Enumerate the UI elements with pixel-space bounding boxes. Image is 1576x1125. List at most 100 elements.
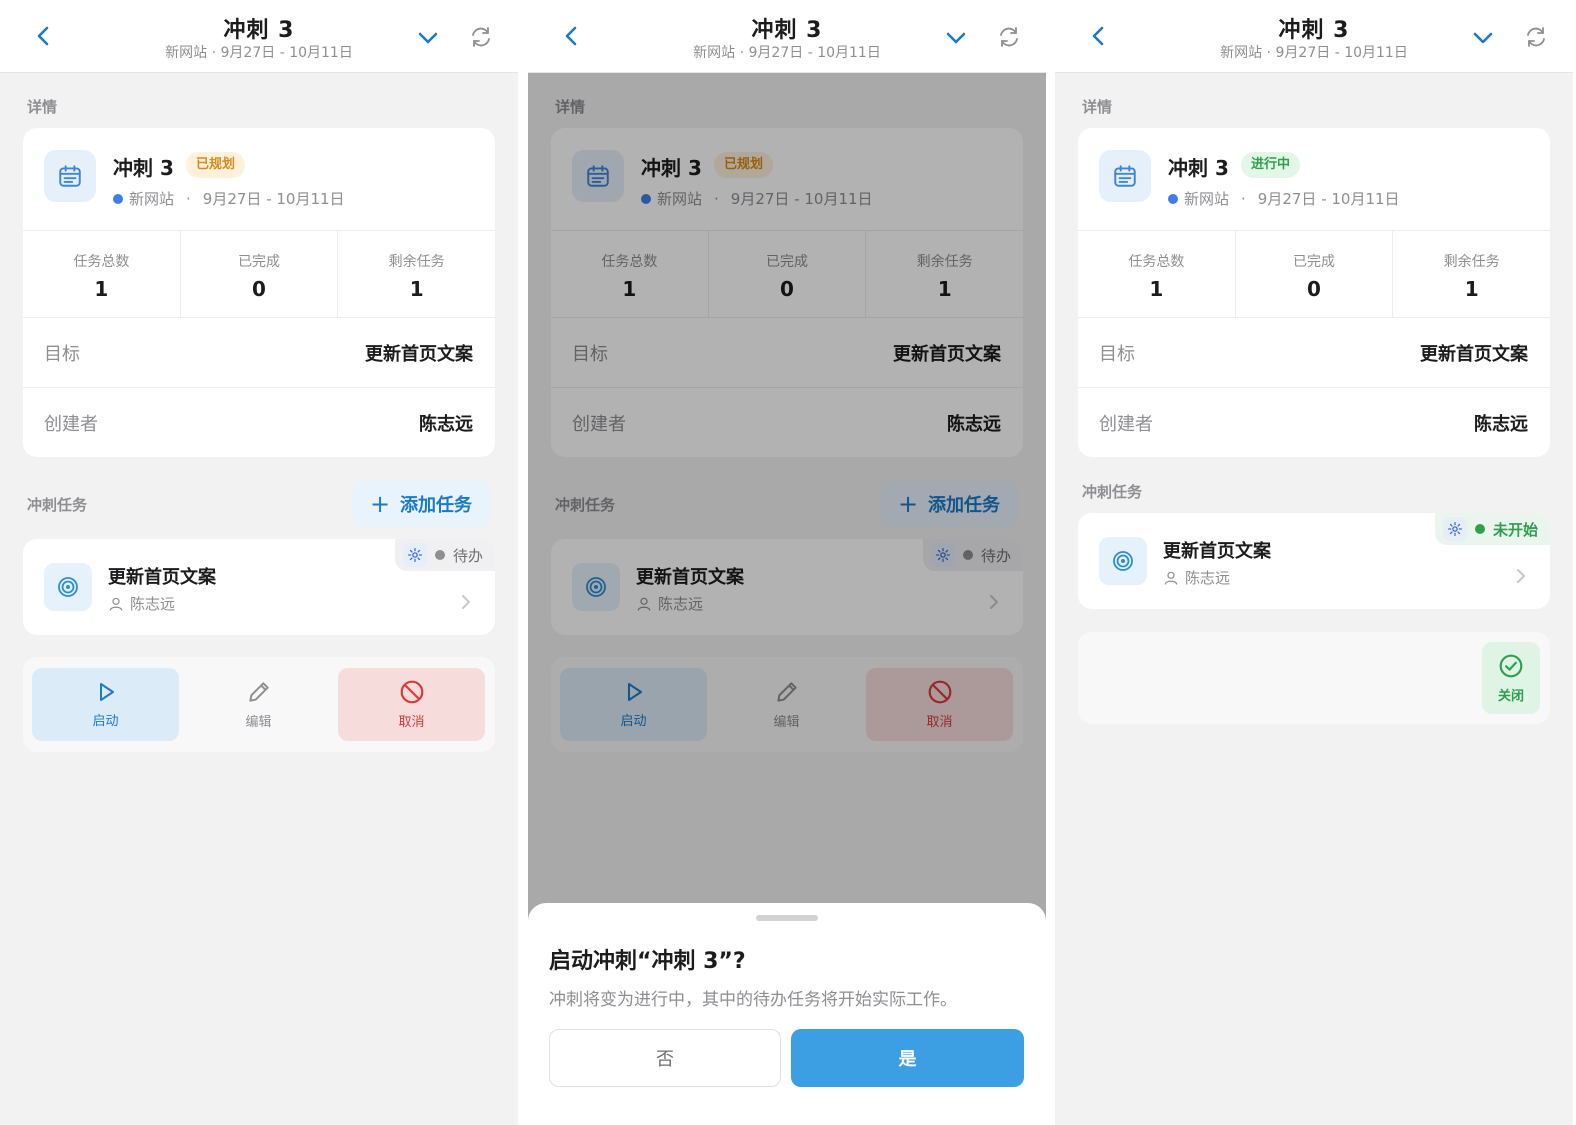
close-sprint-button[interactable]: 关闭 bbox=[1482, 642, 1540, 714]
goal-row: 目标 更新首页文案 bbox=[1078, 318, 1550, 388]
stat-value: 0 bbox=[252, 277, 266, 301]
date-range: 9月27日 - 10月11日 bbox=[1257, 190, 1400, 208]
task-card[interactable]: 更新首页文案 陈志远 待办 bbox=[23, 539, 495, 635]
stat-label: 已完成 bbox=[238, 254, 280, 270]
stat-done: 已完成 0 bbox=[1236, 231, 1394, 317]
calendar-icon bbox=[44, 150, 96, 202]
person-icon bbox=[1164, 571, 1178, 585]
task-status-label: 待办 bbox=[452, 546, 483, 565]
task-owner: 陈志远 bbox=[1163, 567, 1230, 588]
project-color-dot bbox=[113, 193, 123, 204]
creator-value: 陈志远 bbox=[419, 414, 473, 435]
chevron-right-icon bbox=[462, 595, 470, 609]
play-icon bbox=[99, 683, 114, 701]
page-title: 冲刺 3 bbox=[223, 18, 295, 43]
dialog-no-button[interactable]: 否 bbox=[549, 1029, 781, 1087]
sheet-grabber[interactable] bbox=[756, 915, 818, 921]
dialog-title: 启动冲刺“冲刺 3”? bbox=[549, 949, 746, 974]
chevron-down-icon[interactable] bbox=[1471, 26, 1495, 50]
sprint-meta: 新网站 · 9月27日 - 10月11日 bbox=[113, 188, 345, 209]
goal-value: 更新首页文案 bbox=[1420, 344, 1528, 365]
stat-remaining: 剩余任务 1 bbox=[1393, 231, 1550, 317]
stat-label: 任务总数 bbox=[73, 254, 130, 270]
task-owner-name: 陈志远 bbox=[130, 595, 176, 613]
nav-bar: 冲刺 3 新网站 · 9月27日 - 10月11日 bbox=[1055, 0, 1573, 73]
status-badge: 进行中 bbox=[1241, 152, 1301, 178]
dialog-message: 冲刺将变为进行中，其中的待办任务将开始实际工作。 bbox=[549, 990, 957, 1010]
goal-value: 更新首页文案 bbox=[365, 344, 473, 365]
stat-total: 任务总数 1 bbox=[23, 231, 181, 317]
goal-label: 目标 bbox=[1099, 344, 1135, 365]
gear-icon[interactable] bbox=[1442, 517, 1467, 541]
sprint-name: 冲刺 3 bbox=[1168, 156, 1229, 180]
task-status-label: 未开始 bbox=[1492, 520, 1538, 539]
dialog-yes-button[interactable]: 是 bbox=[791, 1029, 1024, 1087]
cancel-label: 取消 bbox=[398, 715, 425, 730]
check-circle-icon bbox=[1499, 654, 1523, 677]
stat-label: 剩余任务 bbox=[388, 254, 445, 270]
stat-value: 1 bbox=[1464, 277, 1479, 301]
edit-button[interactable]: 编辑 bbox=[185, 668, 332, 741]
stage: 冲刺 3 新网站 · 9月27日 - 10月11日 详情 冲刺 3 已规划 新网… bbox=[0, 0, 1576, 1125]
stat-label: 任务总数 bbox=[1128, 254, 1185, 270]
stat-value: 1 bbox=[409, 277, 424, 301]
screen-planned: 冲刺 3 新网站 · 9月27日 - 10月11日 详情 冲刺 3 已规划 新网… bbox=[0, 0, 518, 1125]
status-dot bbox=[1474, 524, 1485, 534]
page-subtitle: 新网站 · 9月27日 - 10月11日 bbox=[165, 45, 353, 61]
add-task-label: 添加任务 bbox=[400, 495, 473, 516]
stat-remaining: 剩余任务 1 bbox=[338, 231, 495, 317]
refresh-icon[interactable] bbox=[997, 25, 1021, 49]
refresh-icon[interactable] bbox=[1524, 25, 1548, 49]
action-bar: 启动 编辑 取消 bbox=[23, 657, 495, 752]
start-button[interactable]: 启动 bbox=[32, 668, 179, 741]
calendar-icon bbox=[1099, 150, 1151, 202]
task-status[interactable]: 未开始 bbox=[1434, 513, 1550, 545]
creator-row: 创建者 陈志远 bbox=[23, 388, 495, 458]
goal-row: 目标 更新首页文案 bbox=[23, 318, 495, 388]
target-icon bbox=[1099, 537, 1147, 585]
status-dot bbox=[434, 550, 445, 560]
chevron-down-icon[interactable] bbox=[944, 26, 968, 50]
screen-in-progress: 冲刺 3 新网站 · 9月27日 - 10月11日 详情 冲刺 3 进行中 新网… bbox=[1055, 0, 1573, 1125]
chevron-down-icon[interactable] bbox=[416, 26, 440, 50]
tasks-section-label: 冲刺任务 bbox=[1082, 483, 1143, 501]
meta-separator: · bbox=[186, 189, 191, 208]
stats-row: 任务总数 1 已完成 0 剩余任务 1 bbox=[1078, 230, 1550, 318]
page-subtitle: 新网站 · 9月27日 - 10月11日 bbox=[1220, 45, 1408, 61]
target-icon bbox=[44, 563, 92, 611]
page-title: 冲刺 3 bbox=[1278, 18, 1350, 43]
start-label: 启动 bbox=[92, 714, 119, 729]
stat-value: 1 bbox=[94, 277, 109, 301]
page-title: 冲刺 3 bbox=[751, 18, 823, 43]
pencil-icon bbox=[248, 682, 269, 702]
cancel-button[interactable]: 取消 bbox=[338, 668, 485, 741]
nav-bar: 冲刺 3 新网站 · 9月27日 - 10月11日 bbox=[0, 0, 518, 73]
creator-label: 创建者 bbox=[44, 414, 98, 435]
stat-done: 已完成 0 bbox=[181, 231, 339, 317]
creator-row: 创建者 陈志远 bbox=[1078, 388, 1550, 458]
task-status[interactable]: 待办 bbox=[394, 539, 495, 571]
confirm-sheet: 启动冲刺“冲刺 3”? 冲刺将变为进行中，其中的待办任务将开始实际工作。 否 是 bbox=[528, 903, 1046, 1125]
details-section-label: 详情 bbox=[1082, 98, 1113, 116]
task-owner: 陈志远 bbox=[108, 593, 175, 614]
page-subtitle: 新网站 · 9月27日 - 10月11日 bbox=[693, 45, 881, 61]
meta-separator: · bbox=[1241, 189, 1246, 208]
goal-label: 目标 bbox=[44, 344, 80, 365]
creator-value: 陈志远 bbox=[1474, 414, 1528, 435]
stat-value: 1 bbox=[1149, 277, 1164, 301]
status-badge: 已规划 bbox=[186, 152, 246, 178]
refresh-icon[interactable] bbox=[469, 25, 493, 49]
sprint-detail-card: 冲刺 3 已规划 新网站 · 9月27日 - 10月11日 任务总数 1 已完成 0… bbox=[23, 128, 495, 457]
project-name: 新网站 bbox=[1184, 190, 1230, 208]
task-card[interactable]: 更新首页文案 陈志远 未开始 bbox=[1078, 513, 1550, 609]
action-bar: 关闭 bbox=[1078, 632, 1550, 724]
stats-row: 任务总数 1 已完成 0 剩余任务 1 bbox=[23, 230, 495, 318]
plus-icon: + bbox=[369, 490, 391, 518]
add-task-button[interactable]: + 添加任务 bbox=[352, 481, 490, 527]
sprint-meta: 新网站 · 9月27日 - 10月11日 bbox=[1168, 188, 1400, 209]
gear-icon[interactable] bbox=[402, 543, 427, 567]
sprint-detail-card: 冲刺 3 进行中 新网站 · 9月27日 - 10月11日 任务总数 1 已完成 0… bbox=[1078, 128, 1550, 457]
task-owner-name: 陈志远 bbox=[1185, 569, 1231, 587]
prohibited-icon bbox=[400, 680, 423, 704]
chevron-right-icon bbox=[1517, 569, 1525, 583]
